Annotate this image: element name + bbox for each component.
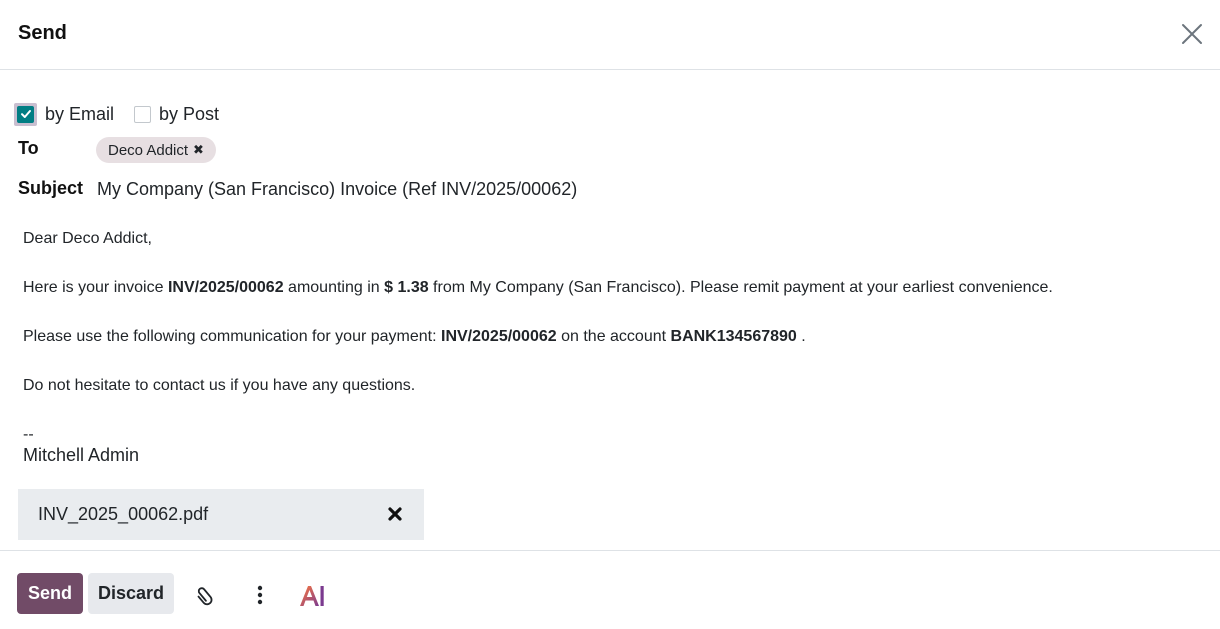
p2-text-b: on the account (556, 328, 671, 345)
recipient-tag[interactable]: Deco Addict ✖ (96, 137, 216, 163)
invoice-number: INV/2025/00062 (167, 279, 284, 296)
by-email-checkbox-focus (14, 102, 37, 126)
close-icon[interactable] (1178, 20, 1206, 48)
by-email-checkbox[interactable] (17, 105, 34, 123)
by-email-label: by Email (45, 103, 115, 124)
invoice-paragraph: Here is your invoice INV/2025/00062 amou… (23, 278, 1193, 298)
recipient-tag-name: Deco Addict (108, 141, 189, 159)
ai-assistant-icon[interactable] (298, 584, 326, 608)
send-button[interactable]: Send (17, 573, 83, 614)
dialog-footer: Send Discard (0, 550, 1220, 629)
dialog-title: Send (18, 22, 67, 44)
signature-name: Mitchell Admin (23, 445, 140, 465)
by-post-option[interactable]: by Post (134, 104, 219, 125)
attachment-filename: INV_2025_00062.pdf (38, 504, 209, 524)
p1-text-b: amounting in (283, 279, 385, 296)
p1-text-a: Here is your invoice (23, 279, 168, 296)
remove-tag-icon[interactable]: ✖ (193, 142, 204, 158)
invoice-amount: $ 1.38 (384, 279, 429, 296)
dialog-header: Send (0, 0, 1220, 70)
p1-text-c: from My Company (San Francisco). Please … (428, 279, 1053, 296)
p2-text-a: Please use the following communication f… (23, 328, 441, 345)
closing-paragraph: Do not hesitate to contact us if you hav… (23, 377, 416, 394)
subject-label: Subject (18, 178, 84, 198)
subject-input[interactable]: My Company (San Francisco) Invoice (Ref … (97, 179, 577, 200)
p2-text-c: . (796, 328, 806, 345)
check-icon (20, 110, 31, 118)
to-label: To (18, 138, 39, 158)
email-body-editor[interactable]: Dear Deco Addict, Here is your invoice I… (23, 229, 1193, 465)
payment-paragraph: Please use the following communication f… (23, 327, 1193, 347)
greeting: Dear Deco Addict, (23, 230, 152, 247)
by-email-option[interactable]: by Email (14, 102, 115, 126)
attachment-item[interactable]: INV_2025_00062.pdf (18, 489, 424, 540)
discard-button[interactable]: Discard (88, 573, 174, 614)
by-post-label: by Post (159, 103, 220, 124)
signature-separator: -- (23, 426, 34, 443)
by-post-checkbox[interactable] (134, 105, 152, 123)
remove-attachment-icon[interactable] (386, 505, 404, 523)
paperclip-icon[interactable] (194, 584, 216, 606)
payment-reference: INV/2025/00062 (441, 328, 557, 345)
send-method-options: by Email by Post (14, 102, 239, 126)
more-options-icon[interactable] (254, 584, 266, 606)
bank-account: BANK134567890 (670, 328, 797, 345)
